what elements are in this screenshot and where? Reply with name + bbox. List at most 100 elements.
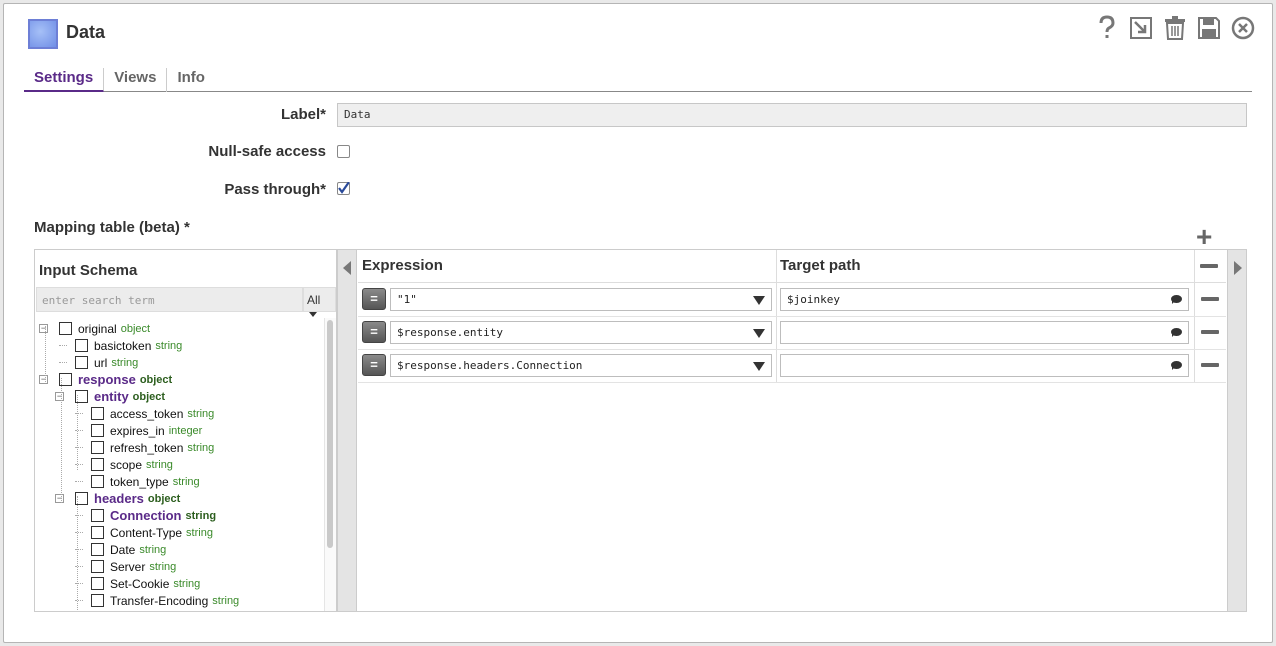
expression-value: $response.entity bbox=[397, 326, 503, 339]
schema-filter-select[interactable]: All bbox=[303, 287, 336, 318]
schema-node-type: string bbox=[172, 475, 200, 488]
schema-node-name: Content-Type bbox=[110, 525, 183, 540]
pass-through-label: Pass through* bbox=[224, 181, 326, 198]
tab-views[interactable]: Views bbox=[104, 68, 168, 92]
target-path-input[interactable] bbox=[780, 321, 1189, 344]
null-safe-checkbox[interactable] bbox=[337, 145, 350, 158]
schema-node-checkbox[interactable] bbox=[91, 441, 104, 454]
expression-input[interactable]: $response.entity bbox=[390, 321, 772, 344]
schema-node-name: scope bbox=[110, 457, 143, 472]
schema-node-type: string bbox=[212, 594, 240, 607]
dropdown-arrow-icon[interactable] bbox=[753, 296, 765, 305]
close-icon[interactable] bbox=[1230, 14, 1256, 42]
schema-node-name: response bbox=[78, 372, 136, 387]
schema-node-checkbox[interactable] bbox=[91, 526, 104, 539]
schema-node[interactable]: X-powered-by string bbox=[91, 609, 216, 612]
expression-toggle-button[interactable]: = bbox=[362, 321, 386, 343]
schema-scrollbar-thumb[interactable] bbox=[327, 320, 333, 548]
tree-connector bbox=[61, 378, 62, 503]
export-icon[interactable] bbox=[1128, 14, 1154, 42]
schema-node-type: string bbox=[189, 612, 216, 613]
remove-row-icon[interactable] bbox=[1201, 297, 1219, 301]
schema-node-checkbox[interactable] bbox=[91, 424, 104, 437]
tab-settings[interactable]: Settings bbox=[24, 68, 105, 92]
remove-all-icon[interactable] bbox=[1200, 264, 1218, 268]
target-path-input[interactable]: $joinkey bbox=[780, 288, 1189, 311]
mapping-row: = $response.headers.Connection bbox=[358, 349, 1226, 382]
expression-input[interactable]: $response.headers.Connection bbox=[390, 354, 772, 377]
comment-icon[interactable] bbox=[1171, 328, 1182, 337]
help-icon[interactable] bbox=[1094, 14, 1120, 42]
schema-node-checkbox[interactable] bbox=[91, 611, 104, 612]
target-path-input[interactable] bbox=[780, 354, 1189, 377]
schema-node[interactable]: token_type string bbox=[91, 473, 200, 490]
dropdown-arrow-icon[interactable] bbox=[753, 329, 765, 338]
tab-info[interactable]: Info bbox=[167, 68, 215, 92]
schema-node-type: string bbox=[155, 339, 183, 352]
schema-node[interactable]: Server string bbox=[91, 558, 176, 575]
label-input[interactable]: Data bbox=[337, 103, 1247, 127]
collapse-right-handle[interactable] bbox=[1227, 250, 1246, 611]
schema-node[interactable]: Set-Cookie string bbox=[91, 575, 200, 592]
schema-node[interactable]: Connection string bbox=[91, 507, 216, 524]
schema-node-checkbox[interactable] bbox=[91, 407, 104, 420]
schema-node-name: X-powered-by bbox=[110, 611, 185, 612]
schema-node-checkbox[interactable] bbox=[91, 577, 104, 590]
toolbar bbox=[1094, 14, 1256, 42]
schema-node-checkbox[interactable] bbox=[91, 543, 104, 556]
schema-node-checkbox[interactable] bbox=[91, 458, 104, 471]
dropdown-arrow-icon[interactable] bbox=[753, 362, 765, 371]
schema-node-checkbox[interactable] bbox=[91, 509, 104, 522]
schema-node-type: string bbox=[187, 441, 215, 454]
expression-column-header: Expression bbox=[358, 250, 776, 283]
schema-node-checkbox[interactable] bbox=[91, 594, 104, 607]
collapse-icon[interactable]: − bbox=[55, 494, 64, 503]
schema-node[interactable]: Content-Type string bbox=[91, 524, 213, 541]
schema-node-name: expires_in bbox=[110, 423, 165, 438]
schema-node[interactable]: url string bbox=[75, 354, 138, 371]
schema-node-name: refresh_token bbox=[110, 440, 184, 455]
schema-node[interactable]: Transfer-Encoding string bbox=[91, 592, 239, 609]
expression-toggle-button[interactable]: = bbox=[362, 354, 386, 376]
schema-node-type: string bbox=[111, 356, 139, 369]
checkmark-icon bbox=[338, 182, 350, 194]
schema-node[interactable]: response object bbox=[59, 371, 172, 388]
collapse-icon[interactable]: − bbox=[55, 392, 64, 401]
schema-node-checkbox[interactable] bbox=[75, 339, 88, 352]
trash-icon[interactable] bbox=[1162, 14, 1188, 42]
comment-icon[interactable] bbox=[1171, 295, 1182, 304]
schema-node-checkbox[interactable] bbox=[91, 560, 104, 573]
schema-node[interactable]: access_token string bbox=[91, 405, 214, 422]
schema-search-input[interactable]: enter search term bbox=[36, 287, 303, 312]
schema-node[interactable]: refresh_token string bbox=[91, 439, 214, 456]
expression-input[interactable]: "1" bbox=[390, 288, 772, 311]
label-field-label: Label* bbox=[280, 106, 326, 123]
schema-node-checkbox[interactable] bbox=[59, 322, 72, 335]
schema-node[interactable]: scope string bbox=[91, 456, 173, 473]
collapse-icon[interactable]: − bbox=[39, 375, 48, 384]
chevron-down-icon bbox=[309, 312, 317, 318]
tree-connector bbox=[45, 326, 46, 382]
comment-icon[interactable] bbox=[1171, 361, 1182, 370]
schema-node[interactable]: Date string bbox=[91, 541, 166, 558]
schema-node-checkbox[interactable] bbox=[91, 475, 104, 488]
schema-node-name: url bbox=[94, 355, 108, 370]
tree-connector bbox=[59, 362, 67, 363]
schema-node[interactable]: headers object bbox=[75, 490, 180, 507]
schema-node-name: entity bbox=[94, 389, 129, 404]
schema-node-type: object bbox=[147, 492, 181, 505]
add-row-icon[interactable]: + bbox=[1196, 223, 1212, 251]
remove-row-icon[interactable] bbox=[1201, 330, 1219, 334]
schema-node-checkbox[interactable] bbox=[75, 356, 88, 369]
schema-node[interactable]: basictoken string bbox=[75, 337, 182, 354]
expression-toggle-button[interactable]: = bbox=[362, 288, 386, 310]
collapse-left-handle[interactable] bbox=[338, 250, 357, 611]
collapse-icon[interactable]: − bbox=[39, 324, 48, 333]
schema-node[interactable]: entity object bbox=[75, 388, 165, 405]
save-icon[interactable] bbox=[1196, 14, 1222, 42]
pass-through-checkbox[interactable] bbox=[337, 182, 350, 195]
schema-node[interactable]: original object bbox=[59, 320, 150, 337]
tree-connector bbox=[77, 395, 78, 470]
remove-row-icon[interactable] bbox=[1201, 363, 1219, 367]
schema-node[interactable]: expires_in integer bbox=[91, 422, 202, 439]
